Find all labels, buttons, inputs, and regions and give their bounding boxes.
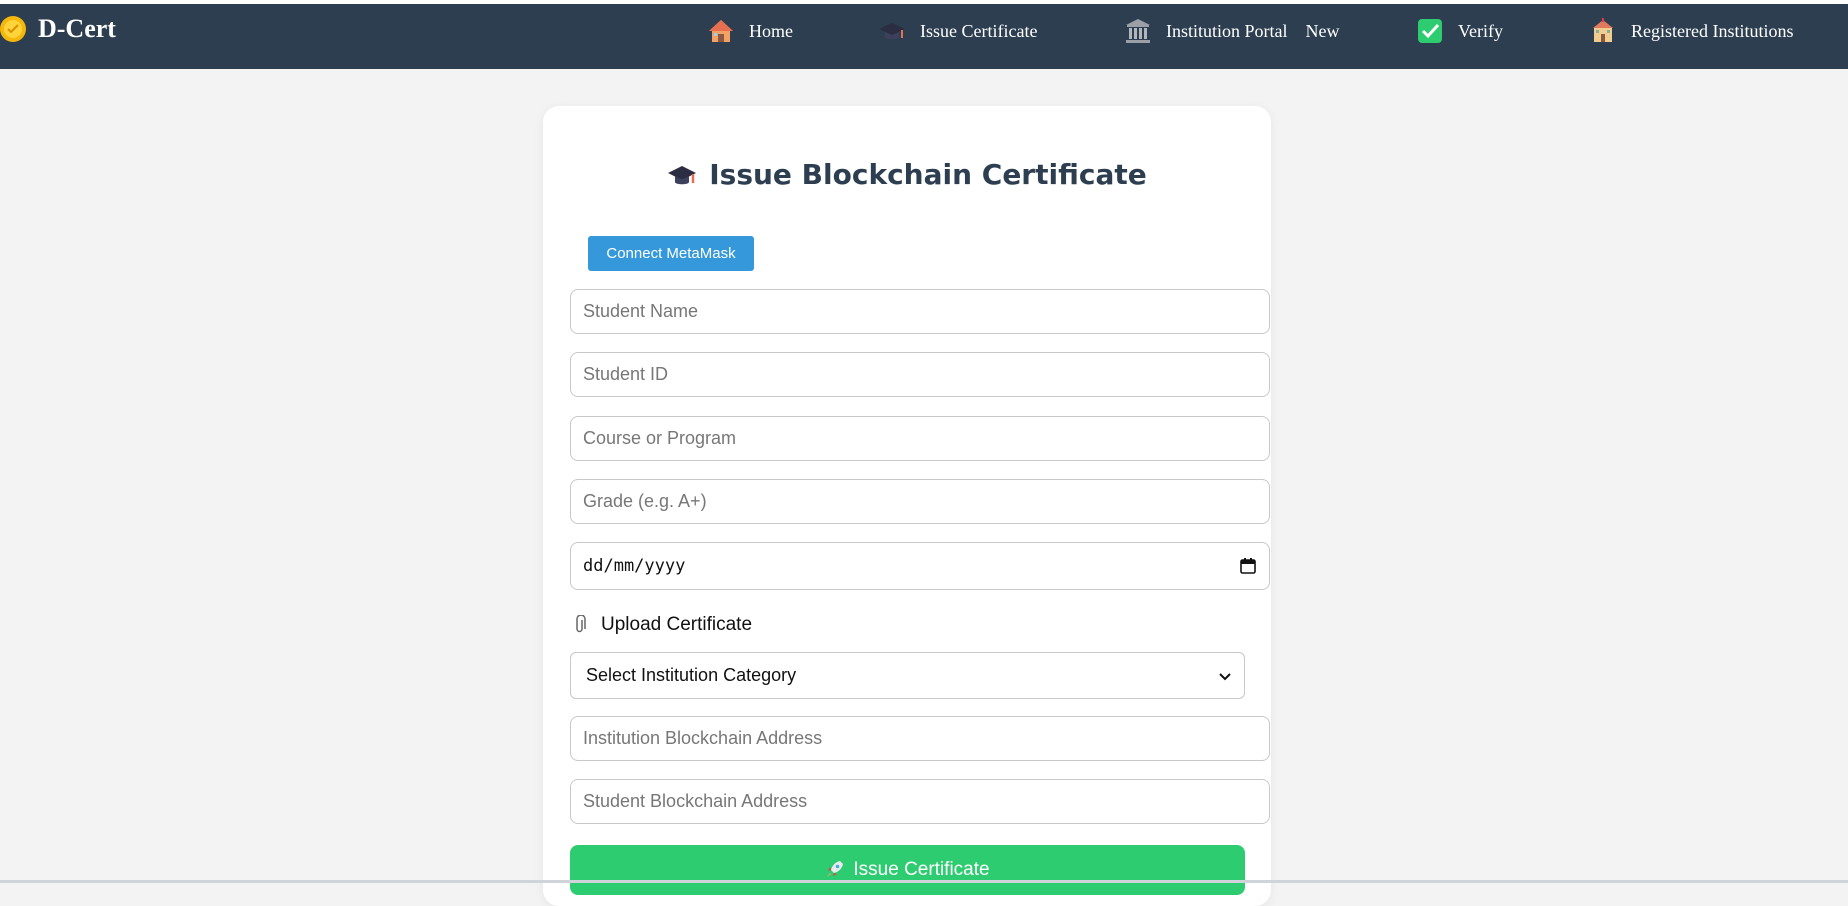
issue-certificate-label: Issue Certificate [853, 859, 990, 880]
nav-registered-label: Registered Institutions [1631, 20, 1794, 41]
school-icon [1593, 18, 1613, 42]
page-title-text: Issue Blockchain Certificate [709, 158, 1147, 191]
house-icon [709, 20, 733, 42]
institution-address-input[interactable]: Institution Blockchain Address [570, 716, 1270, 761]
student-id-input[interactable]: Student ID [570, 352, 1270, 397]
page-title: Issue Blockchain Certificate [543, 158, 1271, 191]
navbar: D-Cert Home Issue Certificate Institutio… [0, 4, 1848, 69]
connect-metamask-button[interactable]: Connect MetaMask [588, 236, 754, 271]
sun-badge-icon [0, 16, 26, 42]
issue-certificate-button[interactable]: Issue Certificate [570, 845, 1245, 895]
brand-name: D-Cert [38, 14, 116, 43]
upload-certificate-label: Upload Certificate [601, 614, 753, 635]
institution-category-value: Select Institution Category [586, 665, 797, 685]
nav-registered-institutions[interactable]: Registered Institutions [1589, 16, 1793, 46]
nav-home[interactable]: Home [707, 16, 793, 46]
paperclip-icon [576, 615, 586, 633]
nav-home-label: Home [749, 20, 793, 41]
date-input-placeholder: dd/mm/yyyy [583, 556, 686, 576]
nav-new-badge: New [1305, 20, 1340, 41]
nav-issue-certificate[interactable]: Issue Certificate [878, 16, 1037, 46]
issue-certificate-card: Issue Blockchain Certificate Connect Met… [543, 106, 1271, 906]
calendar-icon[interactable] [1239, 557, 1257, 575]
check-box-icon [1418, 19, 1442, 43]
graduation-cap-icon [879, 23, 905, 40]
student-address-input[interactable]: Student Blockchain Address [570, 779, 1270, 824]
classical-building-icon [1126, 19, 1150, 43]
date-input[interactable]: dd/mm/yyyy [570, 542, 1270, 590]
brand[interactable]: D-Cert [0, 12, 116, 46]
nav-verify[interactable]: Verify [1416, 16, 1503, 46]
nav-institution-portal[interactable]: Institution Portal New [1124, 16, 1340, 46]
rocket-icon [827, 861, 844, 877]
student-name-input[interactable]: Student Name [570, 289, 1270, 334]
grade-input[interactable]: Grade (e.g. A+) [570, 479, 1270, 524]
nav-verify-label: Verify [1458, 20, 1503, 41]
institution-category-select[interactable]: Select Institution Category [570, 652, 1245, 699]
graduation-cap-icon [668, 165, 697, 184]
chevron-down-icon [1219, 672, 1231, 680]
upload-certificate[interactable]: Upload Certificate [573, 611, 752, 639]
course-input[interactable]: Course or Program [570, 416, 1270, 461]
nav-institution-label: Institution Portal [1166, 20, 1288, 41]
nav-issue-label: Issue Certificate [920, 20, 1038, 41]
